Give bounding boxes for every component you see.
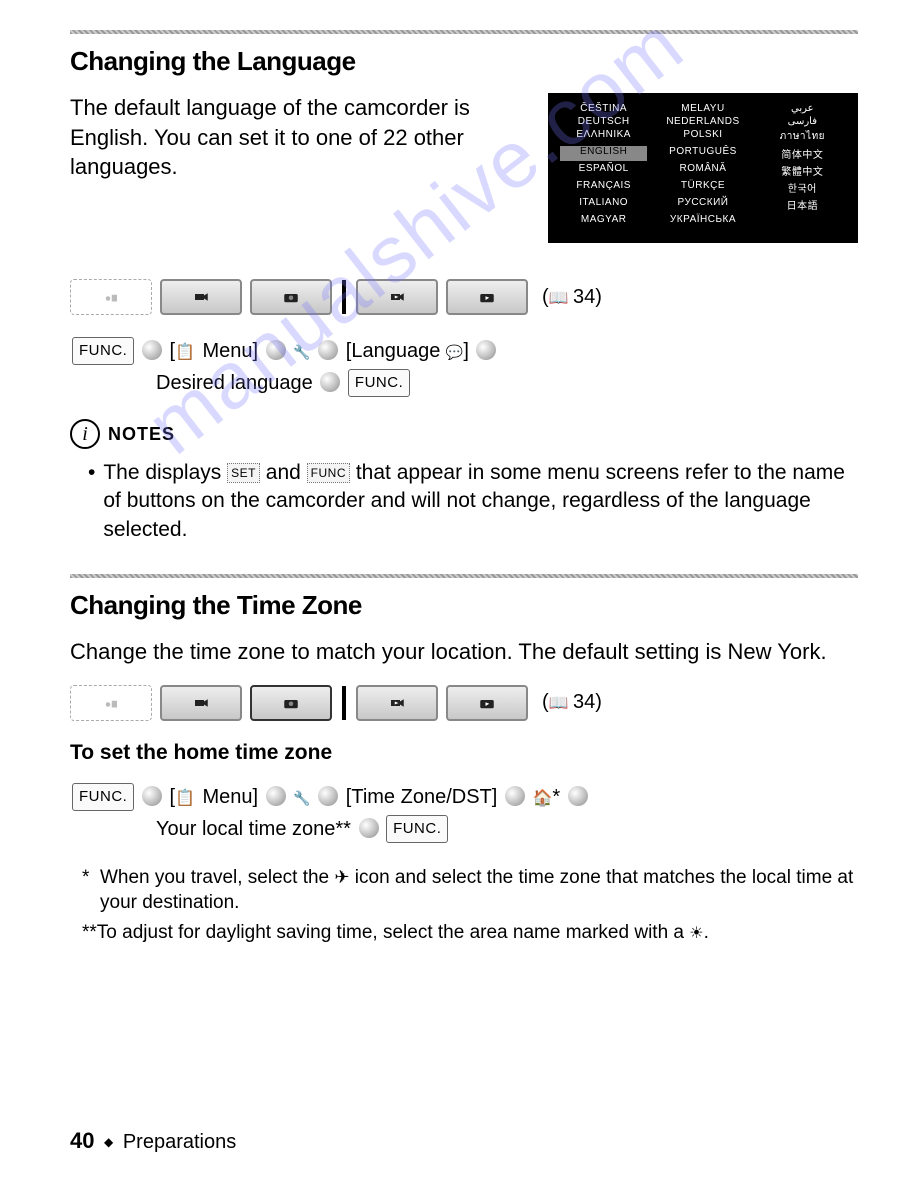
sun-icon — [689, 922, 703, 943]
wrench-icon — [293, 340, 310, 362]
sub-heading-home-tz: To set the home time zone — [70, 741, 858, 765]
mode-photo-rec-icon — [250, 279, 332, 315]
lang-item: عربي — [759, 103, 846, 114]
dial-icon — [318, 786, 338, 806]
lang-item: MELAYU — [659, 103, 746, 114]
lang-item: 简体中文 — [759, 146, 846, 161]
dial-icon — [318, 340, 338, 360]
dial-icon — [266, 340, 286, 360]
lang-item: РУССКИЙ — [659, 197, 746, 212]
page-reference: (34) — [542, 286, 602, 309]
home-icon — [532, 786, 552, 808]
mode-separator — [342, 686, 346, 720]
set-button-graphic: SET — [227, 463, 260, 483]
lang-item: 한국어 — [759, 180, 846, 195]
book-icon — [549, 691, 573, 713]
sequence-language: FUNC. [ Menu] [Language ] Desired langua… — [70, 335, 858, 399]
lang-item: فارسی — [759, 116, 846, 127]
mode-dual-icon — [70, 279, 152, 315]
lang-item: ROMÂNĂ — [659, 163, 746, 178]
func-button: FUNC. — [72, 337, 134, 365]
dial-icon — [476, 340, 496, 360]
airplane-icon — [334, 867, 349, 888]
lang-item: TÜRKÇE — [659, 180, 746, 195]
page-footer: 40 ◆ Preparations — [70, 1128, 236, 1154]
dial-icon — [142, 340, 162, 360]
mode-row-2: (34) — [70, 685, 858, 721]
timezone-label: Time Zone/DST — [351, 786, 491, 808]
lang-item: ภาษาไทย — [759, 129, 846, 144]
divider — [70, 30, 858, 34]
notes-heading: NOTES — [108, 424, 175, 445]
menu-label: Menu — [203, 786, 253, 808]
dial-icon — [359, 818, 379, 838]
dial-icon — [505, 786, 525, 806]
mode-video-play-icon — [356, 685, 438, 721]
diamond-icon: ◆ — [104, 1135, 113, 1149]
lang-item: NEDERLANDS — [659, 116, 746, 127]
mode-photo-play-icon — [446, 279, 528, 315]
func-button-graphic: FUNC — [307, 463, 350, 483]
mode-video-play-icon — [356, 279, 438, 315]
lang-item: POLSKI — [659, 129, 746, 144]
page-reference: (34) — [542, 691, 602, 714]
lang-item: DEUTSCH — [560, 116, 647, 127]
speech-icon — [446, 340, 463, 362]
lang-item: ČEŠTINA — [560, 103, 647, 114]
desired-language-text: Desired language — [156, 372, 313, 394]
mode-photo-play-icon — [446, 685, 528, 721]
divider — [70, 574, 858, 578]
chapter-name: Preparations — [123, 1131, 236, 1153]
wrench-icon — [293, 786, 310, 808]
func-button: FUNC. — [348, 369, 410, 397]
dial-icon — [568, 786, 588, 806]
menu-icon — [175, 786, 197, 808]
footnotes: * When you travel, select the icon and s… — [70, 865, 858, 946]
lang-item: PORTUGUÊS — [659, 146, 746, 161]
sequence-timezone: FUNC. [ Menu] [Time Zone/DST] * Your loc… — [70, 781, 858, 845]
language-label: Language — [351, 340, 440, 362]
func-button: FUNC. — [72, 783, 134, 811]
lang-item: ΕΛΛΗΝΙΚΑ — [560, 129, 647, 144]
mode-photo-rec-icon — [250, 685, 332, 721]
mode-video-rec-icon — [160, 685, 242, 721]
lang-item: FRANÇAIS — [560, 180, 647, 195]
page-number: 40 — [70, 1128, 94, 1153]
menu-icon — [175, 340, 197, 362]
lang-item: MAGYAR — [560, 214, 647, 225]
lang-item: 日本語 — [759, 197, 846, 212]
menu-label: Menu — [203, 340, 253, 362]
dial-icon — [266, 786, 286, 806]
mode-video-rec-icon — [160, 279, 242, 315]
lang-item-selected: ENGLISH — [560, 146, 647, 161]
notes-bullet: • The displays SET and FUNC that appear … — [70, 459, 858, 544]
intro-text-language: The default language of the camcorder is… — [70, 93, 520, 182]
lang-item: 繁體中文 — [759, 163, 846, 178]
local-tz-text: Your local time zone** — [156, 818, 351, 840]
section-title-language: Changing the Language — [70, 46, 858, 77]
intro-text-timezone: Change the time zone to match your locat… — [70, 637, 858, 667]
func-button: FUNC. — [386, 815, 448, 843]
lang-item: ITALIANO — [560, 197, 647, 212]
book-icon — [549, 286, 573, 308]
info-icon: i — [70, 419, 100, 449]
language-screenshot: ČEŠTINA MELAYU عربي DEUTSCH NEDERLANDS فارسی… — [548, 93, 858, 243]
dial-icon — [142, 786, 162, 806]
mode-row-1: (34) — [70, 279, 858, 315]
lang-item: ESPAÑOL — [560, 163, 647, 178]
section-title-timezone: Changing the Time Zone — [70, 590, 858, 621]
mode-dual-icon — [70, 685, 152, 721]
mode-separator — [342, 280, 346, 314]
dial-icon — [320, 372, 340, 392]
lang-item: УКРАЇНСЬКА — [659, 214, 746, 225]
lang-item — [759, 214, 846, 225]
